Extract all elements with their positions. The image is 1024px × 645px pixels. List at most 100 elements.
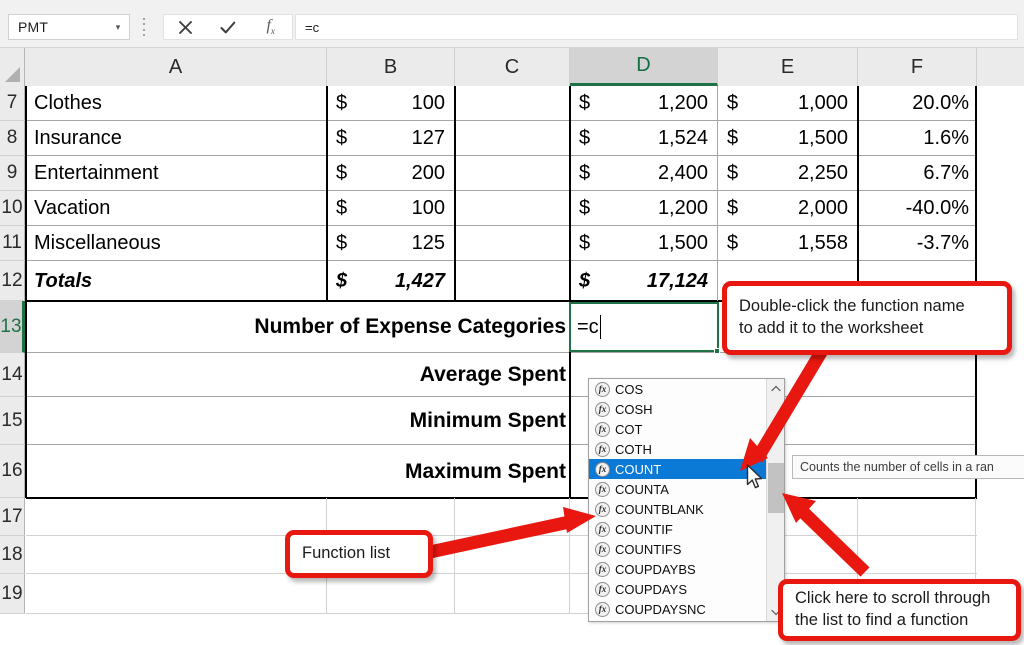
function-item[interactable]: fxCOUPDAYBS [589,559,767,579]
currency-symbol: $ [579,92,590,115]
row-header-11[interactable]: 11 [0,226,25,261]
function-name: COUPDAYS [615,582,687,597]
gridline-v-heavy [326,86,328,301]
cell-c10[interactable] [456,191,570,226]
currency-symbol: $ [336,162,347,185]
cell-b19[interactable] [328,574,455,614]
cell-a18[interactable] [26,536,327,574]
function-name: COUNTA [615,482,669,497]
cell-e7: $ 1,000 [719,86,858,121]
select-all-corner[interactable] [0,48,25,86]
cell-f15[interactable] [859,397,977,445]
cell-a7[interactable]: Clothes [26,86,327,121]
function-item[interactable]: fxCOUPDAYS [589,579,767,599]
gridline-v-heavy [569,86,571,301]
cell-a9[interactable]: Entertainment [26,156,327,191]
row-header-16[interactable]: 16 [0,445,25,498]
gridline-v-heavy [569,352,571,498]
row-header-12[interactable]: 12 [0,261,25,301]
cell-f11[interactable]: -3.7% [859,226,977,261]
row-header-15[interactable]: 15 [0,397,25,445]
cell-a12[interactable]: Totals [26,261,327,301]
row-header-9[interactable]: 9 [0,156,25,191]
currency-symbol: $ [336,197,347,220]
currency-symbol: $ [336,270,347,293]
cell-value: 1,524 [571,127,718,150]
cell-a16-label[interactable]: Maximum Spent [26,445,570,498]
row-header-7[interactable]: 7 [0,86,25,121]
column-header-e[interactable]: E [718,48,858,86]
cell-f9[interactable]: 6.7% [859,156,977,191]
gridline-v-heavy [857,86,859,301]
cell-d8: $ 1,524 [571,121,718,156]
currency-symbol: $ [727,127,738,150]
cell-value: 2,400 [571,162,718,185]
cell-e8: $ 1,500 [719,121,858,156]
column-header-c[interactable]: C [455,48,570,86]
cell-value: 2,000 [719,197,858,220]
function-item[interactable]: fxCOUNTBLANK [589,499,767,519]
cell-c11[interactable] [456,226,570,261]
cell-a19[interactable] [26,574,327,614]
gridline-v-heavy [25,86,27,498]
currency-symbol: $ [336,92,347,115]
column-header-d[interactable]: D [570,48,718,86]
currency-symbol: $ [579,232,590,255]
function-name: COTH [615,442,652,457]
chevron-down-icon[interactable]: ▾ [109,23,129,32]
function-list-callout: Function list [285,530,433,578]
function-name: COSH [615,402,653,417]
cell-value: 17,124 [571,270,718,293]
cell-a17[interactable] [26,498,327,536]
excel-window: PMT ▾ fx =c A [0,0,1024,645]
cell-a15-label[interactable]: Minimum Spent [26,397,570,445]
fx-function-icon: fx [595,462,610,477]
cell-c7[interactable] [456,86,570,121]
cell-e11: $ 1,558 [719,226,858,261]
currency-symbol: $ [727,162,738,185]
cell-a13-label[interactable]: Number of Expense Categories [26,302,570,352]
cancel-x-icon[interactable] [164,15,207,39]
fx-icon[interactable]: fx [249,15,292,39]
cell-a10[interactable]: Vacation [26,191,327,226]
scroll-callout: Click here to scroll through the list to… [778,579,1021,641]
row-header-10[interactable]: 10 [0,191,25,226]
row-header-8[interactable]: 8 [0,121,25,156]
double-click-callout: Double-click the function name to add it… [722,281,1012,355]
column-header-b[interactable]: B [327,48,455,86]
cell-c8[interactable] [456,121,570,156]
row-header-14[interactable]: 14 [0,353,25,397]
name-box[interactable]: PMT ▾ [8,14,130,40]
cell-a8[interactable]: Insurance [26,121,327,156]
cell-c9[interactable] [456,156,570,191]
cell-a11[interactable]: Miscellaneous [26,226,327,261]
row-header-19[interactable]: 19 [0,574,25,614]
currency-symbol: $ [336,127,347,150]
column-header-a[interactable]: A [25,48,327,86]
fx-function-icon: fx [595,482,610,497]
check-icon[interactable] [207,15,250,39]
currency-symbol: $ [579,162,590,185]
gridline-v-heavy [454,86,456,301]
row-header-13[interactable]: 13 [0,301,25,353]
cell-f14[interactable] [859,353,977,397]
cell-f7[interactable]: 20.0% [859,86,977,121]
fx-function-icon: fx [595,442,610,457]
formula-input[interactable]: =c [295,14,1018,40]
cell-f10[interactable]: -40.0% [859,191,977,226]
cell-value: 1,558 [719,232,858,255]
cell-f8[interactable]: 1.6% [859,121,977,156]
function-item[interactable]: fxCOUPDAYSNC [589,599,767,619]
function-item[interactable]: fxCOUNTIFS [589,539,767,559]
gridline-v [717,86,718,301]
cell-a14-label[interactable]: Average Spent [26,353,570,397]
column-header-g-partial[interactable] [977,48,1024,86]
active-cell-d13[interactable]: =c [569,302,719,352]
cell-c12[interactable] [456,261,570,301]
function-item[interactable]: fxCOUNTIF [589,519,767,539]
function-item[interactable]: fx COUNTA [589,479,767,499]
row-header-17[interactable]: 17 [0,498,25,536]
row-header-18[interactable]: 18 [0,536,25,574]
cell-b8: $ 127 [328,121,455,156]
column-header-f[interactable]: F [858,48,977,86]
